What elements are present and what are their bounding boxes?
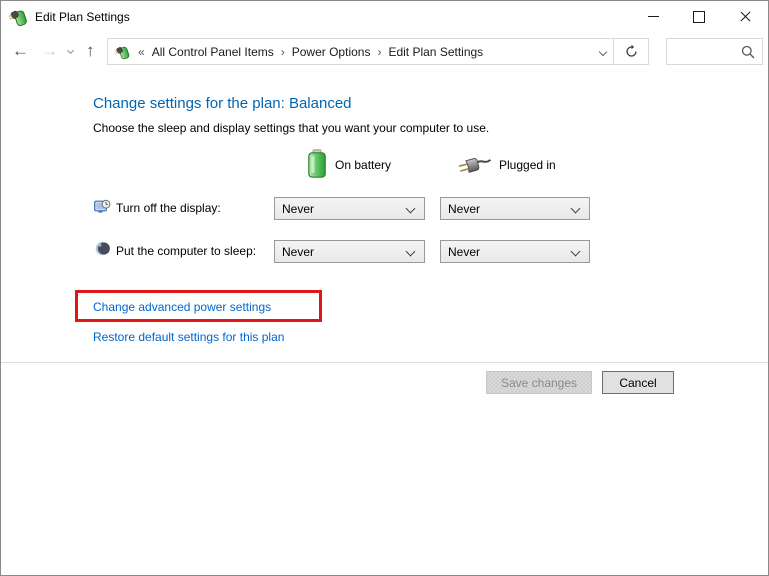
restore-default-settings-link[interactable]: Restore default settings for this plan <box>93 330 284 344</box>
chevron-down-icon <box>571 204 581 214</box>
page-subtitle: Choose the sleep and display settings th… <box>93 121 489 135</box>
minimize-icon <box>648 16 659 17</box>
moon-sleep-icon <box>95 241 110 261</box>
close-button[interactable] <box>722 1 768 32</box>
forward-button[interactable]: → <box>41 33 58 69</box>
breadcrumb-power-options[interactable]: Power Options <box>292 45 371 59</box>
search-input[interactable] <box>671 42 741 63</box>
edit-plan-settings-window: Edit Plan Settings ← → ↑ <box>0 0 769 576</box>
up-button[interactable]: ↑ <box>86 33 95 69</box>
plug-icon <box>457 152 493 181</box>
search-box <box>666 38 763 65</box>
put-computer-to-sleep-label: Put the computer to sleep: <box>116 244 256 258</box>
breadcrumb-edit-plan-settings[interactable]: Edit Plan Settings <box>388 45 483 59</box>
display-clock-icon <box>94 199 111 220</box>
address-bar[interactable]: « All Control Panel Items › Power Option… <box>107 38 614 65</box>
title-bar[interactable]: Edit Plan Settings <box>1 1 768 33</box>
maximize-button[interactable] <box>676 1 722 32</box>
change-advanced-power-settings-link[interactable]: Change advanced power settings <box>93 300 271 314</box>
select-value: Never <box>282 202 314 216</box>
turn-off-display-on-battery-select[interactable]: Never <box>274 197 425 220</box>
breadcrumb-separator: › <box>281 45 285 59</box>
search-icon <box>741 45 755 64</box>
address-bar-app-icon <box>115 44 131 60</box>
forward-icon: → <box>41 41 58 60</box>
refresh-button[interactable] <box>613 38 649 65</box>
back-icon: ← <box>12 41 29 60</box>
footer-divider <box>1 362 768 363</box>
breadcrumb-separator: › <box>377 45 381 59</box>
minimize-button[interactable] <box>630 1 676 32</box>
save-changes-button[interactable]: Save changes <box>486 371 592 394</box>
breadcrumb-prefix: « <box>138 45 145 59</box>
up-icon: ↑ <box>86 41 95 60</box>
on-battery-column-header: On battery <box>335 158 391 172</box>
address-dropdown-chevron[interactable] <box>599 47 607 55</box>
navigation-bar: ← → ↑ « All Contr <box>1 33 768 69</box>
maximize-icon <box>693 11 705 23</box>
power-plan-app-icon[interactable] <box>9 7 29 27</box>
plugged-in-column-header: Plugged in <box>499 158 556 172</box>
select-value: Never <box>448 202 480 216</box>
recent-pages-dropdown[interactable] <box>67 47 74 54</box>
select-value: Never <box>282 245 314 259</box>
turn-off-display-label: Turn off the display: <box>116 201 221 215</box>
turn-off-display-plugged-in-select[interactable]: Never <box>440 197 590 220</box>
window-title: Edit Plan Settings <box>35 1 130 33</box>
select-value: Never <box>448 245 480 259</box>
chevron-down-icon <box>406 247 416 257</box>
chevron-down-icon <box>571 247 581 257</box>
sleep-plugged-in-select[interactable]: Never <box>440 240 590 263</box>
sleep-on-battery-select[interactable]: Never <box>274 240 425 263</box>
cancel-button[interactable]: Cancel <box>602 371 674 394</box>
breadcrumb-all-control-panel-items[interactable]: All Control Panel Items <box>152 45 274 59</box>
close-icon <box>738 10 752 24</box>
refresh-icon <box>624 44 639 59</box>
battery-icon <box>308 149 326 183</box>
page-title: Change settings for the plan: Balanced <box>93 95 352 112</box>
chevron-down-icon <box>406 204 416 214</box>
window-controls <box>630 1 768 32</box>
back-button[interactable]: ← <box>12 33 29 69</box>
